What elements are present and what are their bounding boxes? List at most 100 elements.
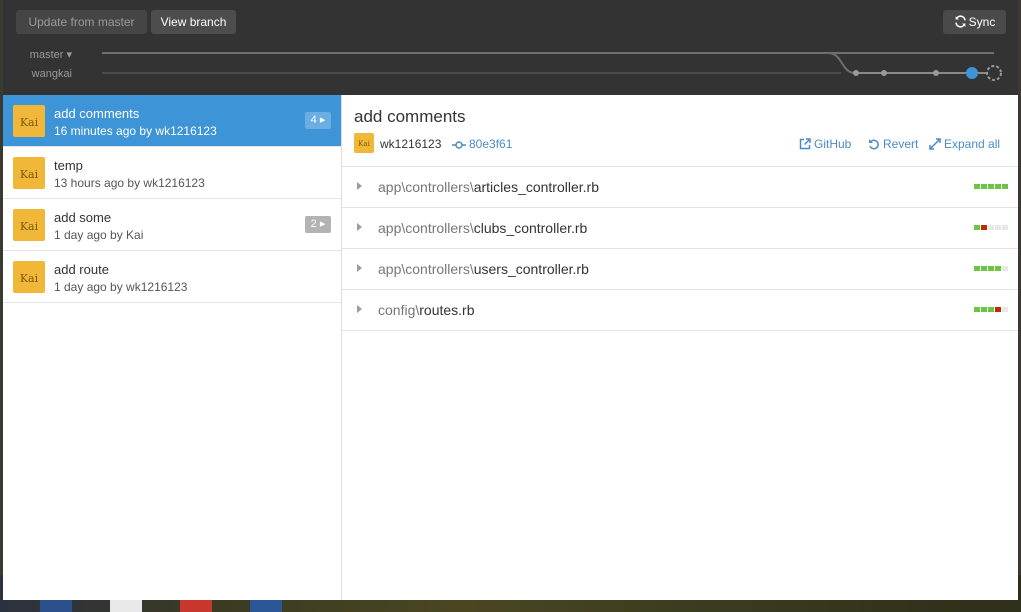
graph-commit-dot-selected[interactable] (966, 67, 978, 79)
diffstat-block-none (1002, 307, 1008, 312)
expand-all-label: Expand all (944, 137, 1001, 151)
revert-label: Revert (883, 137, 919, 151)
file-name: clubs_controller.rb (473, 220, 588, 236)
file-name: users_controller.rb (473, 261, 589, 277)
avatar: Kai (13, 209, 45, 241)
author-avatar: Kai (354, 133, 374, 153)
commit-title: add some (54, 210, 112, 225)
svg-text:Kai: Kai (20, 272, 39, 285)
commit-detail-title: add comments (354, 107, 466, 126)
commit-list-item[interactable]: Kai add some 1 day ago by Kai 2 ▸ (3, 199, 341, 251)
desktop-icon (40, 598, 72, 612)
external-link-icon (799, 138, 811, 150)
desktop-icon (250, 598, 282, 612)
diffstat-block-add (981, 184, 987, 189)
file-path: app\controllers\users_controller.rb (378, 261, 589, 277)
file-row[interactable]: app\controllers\users_controller.rb (342, 249, 1018, 290)
files-count-badge: 2 ▸ (305, 216, 331, 233)
desktop-icon (110, 598, 142, 612)
avatar: Kai (13, 261, 45, 293)
diffstat-block-none (1002, 266, 1008, 271)
file-dir: app\controllers\ (378, 179, 474, 195)
svg-text:Kai: Kai (20, 168, 39, 181)
github-desktop-window: Update from master View branch Sync mast… (3, 0, 1018, 600)
commit-title: add comments (54, 106, 140, 121)
diffstat (974, 307, 1009, 313)
commit-author: wk1216123 (380, 137, 442, 151)
graph-commit-dot[interactable] (933, 70, 939, 76)
commit-list-item[interactable]: Kai temp 13 hours ago by wk1216123 (3, 147, 341, 199)
file-path: app\controllers\articles_controller.rb (378, 179, 599, 195)
sync-icon (954, 15, 966, 28)
commit-meta: 1 day ago by Kai (54, 228, 144, 242)
diffstat (974, 266, 1009, 272)
file-path: app\controllers\clubs_controller.rb (378, 220, 587, 236)
diffstat-block-add (988, 184, 994, 189)
commit-sha: 80e3f61 (469, 137, 513, 151)
expand-arrow-icon[interactable] (357, 264, 362, 272)
file-row[interactable]: app\controllers\clubs_controller.rb (342, 208, 1018, 249)
sync-button[interactable]: Sync (943, 10, 1006, 34)
commit-history-list: Kai add comments 16 minutes ago by wk121… (3, 95, 342, 600)
avatar: Kai (13, 157, 45, 189)
file-row[interactable]: config\routes.rb (342, 290, 1018, 331)
desktop-icon (180, 598, 212, 612)
commit-list-item[interactable]: Kai add route 1 day ago by wk1216123 (3, 251, 341, 303)
diffstat-block-add (995, 184, 1001, 189)
diffstat-block-add (988, 266, 994, 271)
branch-graph (102, 52, 1002, 81)
file-dir: config\ (378, 302, 420, 318)
diffstat-block-add (995, 266, 1001, 271)
diffstat-block-add (981, 307, 987, 312)
files-count-badge: 4 ▸ (305, 112, 331, 129)
diffstat-block-add (974, 307, 980, 312)
commit-meta: 1 day ago by wk1216123 (54, 280, 188, 294)
diffstat-block-none (1002, 225, 1008, 230)
avatar: Kai (13, 105, 45, 137)
commit-meta: 13 hours ago by wk1216123 (54, 176, 205, 190)
svg-text:Kai: Kai (358, 140, 370, 148)
update-from-master-button[interactable]: Update from master (16, 10, 147, 34)
revert-icon (869, 139, 879, 150)
svg-text:Kai: Kai (20, 220, 39, 233)
graph-uncommitted-dot[interactable] (986, 65, 1002, 81)
file-row[interactable]: app\controllers\articles_controller.rb (342, 167, 1018, 208)
github-label: GitHub (814, 137, 852, 151)
diffstat-block-add (988, 307, 994, 312)
commit-icon (452, 141, 466, 149)
diffstat-block-del (995, 307, 1001, 312)
view-branch-button[interactable]: View branch (151, 10, 236, 34)
branch-merge-curve (827, 52, 856, 74)
diffstat-block-add (1002, 184, 1008, 189)
diffstat (974, 225, 1009, 231)
diffstat-block-add (974, 266, 980, 271)
toolbar: Update from master View branch Sync mast… (3, 0, 1018, 95)
diffstat-block-add (974, 184, 980, 189)
open-github-link[interactable]: GitHub (799, 137, 851, 151)
diffstat-block-none (995, 225, 1001, 230)
graph-commit-dot[interactable] (881, 70, 887, 76)
svg-text:Kai: Kai (20, 116, 39, 129)
commit-detail-pane: add comments Kai wk1216123 80e3f61 GitHu… (342, 95, 1018, 600)
diffstat-block-none (988, 225, 994, 230)
file-dir: app\controllers\ (378, 220, 474, 236)
diffstat-block-add (981, 266, 987, 271)
commit-meta: 16 minutes ago by wk1216123 (54, 124, 217, 138)
diffstat (974, 184, 1009, 190)
expand-arrow-icon[interactable] (357, 223, 362, 231)
file-name: articles_controller.rb (473, 179, 599, 195)
commit-title: add route (54, 262, 109, 277)
diffstat-block-add (974, 225, 980, 230)
file-name: routes.rb (419, 302, 475, 318)
revert-button[interactable]: Revert (868, 137, 918, 151)
diffstat-block-del (981, 225, 987, 230)
graph-commit-dot[interactable] (853, 70, 859, 76)
sync-label: Sync (968, 15, 996, 29)
commit-sha-link[interactable]: 80e3f61 (452, 137, 512, 151)
expand-arrow-icon[interactable] (357, 305, 362, 313)
changed-files-list: app\controllers\articles_controller.rb a… (342, 166, 1018, 331)
expand-arrow-icon[interactable] (357, 182, 362, 190)
file-path: config\routes.rb (378, 302, 475, 318)
expand-all-button[interactable]: Expand all (929, 137, 1000, 151)
commit-list-item[interactable]: Kai add comments 16 minutes ago by wk121… (3, 95, 341, 147)
